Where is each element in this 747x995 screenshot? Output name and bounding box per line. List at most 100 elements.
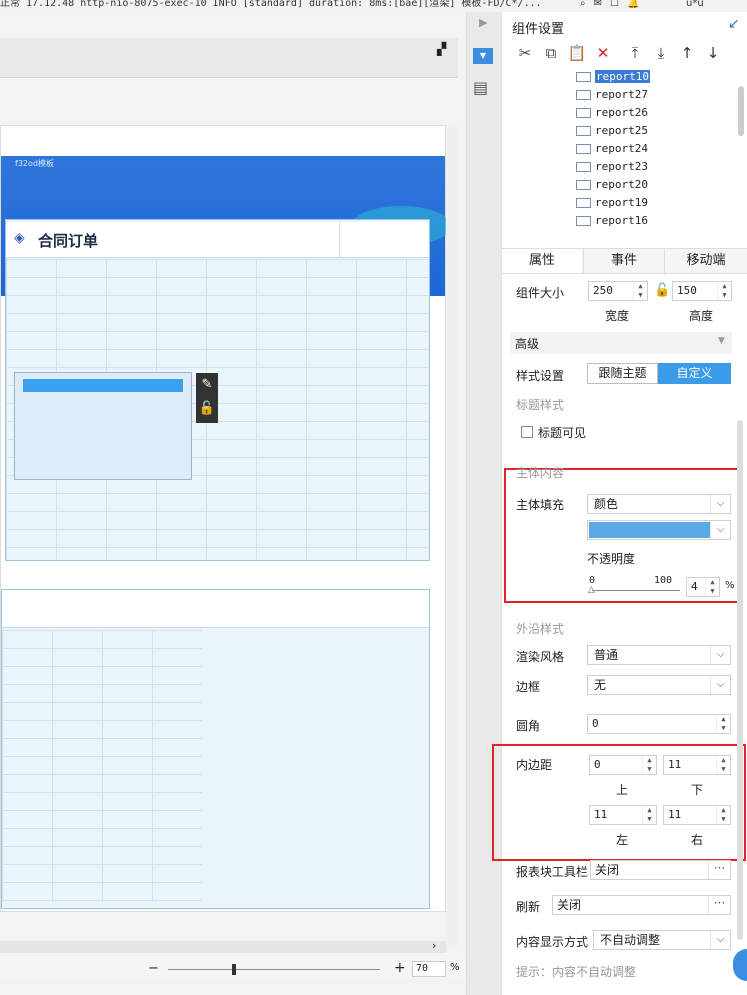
tree-item[interactable]: report10 [576,69,650,85]
fill-select[interactable]: 颜色 ⌵ [587,494,731,514]
paste-icon[interactable]: 📋 [566,42,588,64]
report-block[interactable]: ◈ 合同订单 ✎ 🔓 [5,219,430,561]
radius-input[interactable]: 0 ▲ ▼ [587,714,731,734]
width-label: 宽度 [605,309,630,323]
toolbar-icons[interactable]: ⌕✉☐🔔 [580,0,647,9]
component-header-bar [23,379,183,392]
size-label: 组件大小 [516,286,565,300]
tree-item[interactable]: report19 [576,195,648,211]
padding-right-input[interactable]: 11 ▲ ▼ [663,805,731,825]
width-input[interactable]: 250 ▲ ▼ [588,281,648,301]
fill-label: 主体填充 [516,498,565,512]
zoom-out-icon[interactable]: − [148,961,159,976]
layout-icon[interactable]: ▤ [473,78,488,97]
pin-icon[interactable]: ▞ [437,42,446,56]
display-mode-select[interactable]: 不自动调整 ⌵ [593,930,731,950]
canvas: f32od模板 ◈ 合同订单 ✎ 🔓 [0,125,451,912]
expand-icon[interactable]: ↙ [728,16,740,32]
tree-item[interactable]: report20 [576,177,648,193]
advanced-label: 高级 [515,337,540,351]
log-strip: 正常 17.12.48 http-nio-8075-exec-10 INFO [… [0,0,747,12]
move-bottom-icon[interactable]: ⤓ [650,42,672,64]
lock-icon[interactable]: 🔓 [196,397,218,421]
padding-label: 内边距 [516,758,553,772]
tab-properties[interactable]: 属性 [502,249,582,273]
border-label: 边框 [516,680,541,694]
main-content-section: 主体内容 [516,466,565,480]
scroll-right-icon[interactable]: › [432,939,436,952]
padding-top-label: 上 [616,783,629,797]
banner-note: f32od模板 [15,159,54,168]
tree-item[interactable]: report27 [576,87,648,103]
refresh-label: 刷新 [516,900,541,914]
component-settings-icon[interactable]: ▼ [473,48,493,64]
opacity-label: 不透明度 [587,552,636,566]
title-visible-label: 标题可见 [538,426,587,440]
style-follow-button[interactable]: 跟随主题 [587,363,658,384]
zoom-thumb[interactable] [232,964,236,975]
tree-item[interactable]: report26 [576,105,648,121]
vertical-scrollbar[interactable] [446,125,458,947]
border-select[interactable]: 无 ⌵ [587,675,731,695]
padding-bottom-label: 下 [691,783,704,797]
tab-bar: 属性 事件 移动端 [502,248,747,274]
padding-left-input[interactable]: 11 ▲ ▼ [589,805,657,825]
height-input[interactable]: 150 ▲ ▼ [672,281,732,301]
slider-max: 100 [654,575,673,586]
fill-color-picker[interactable]: ⌵ [587,520,731,540]
opacity-unit: % [725,580,735,591]
advanced-collapse-icon[interactable]: ▼ [718,336,725,346]
ratio-lock-icon[interactable]: 🔓 [654,283,670,298]
tree-item[interactable]: report25 [576,123,648,139]
padding-top-input[interactable]: 0 ▲ ▼ [589,755,657,775]
tree-scrollbar[interactable] [738,86,744,136]
height-label: 高度 [689,309,714,323]
style-label: 样式设置 [516,369,565,383]
move-top-icon[interactable]: ⤒ [624,42,646,64]
display-hint: 提示：内容不自动调整 [516,965,637,979]
header-divider [339,222,340,258]
component-action-bar[interactable]: ✎ 🔓 [196,373,218,423]
tree-item[interactable]: report16 [576,213,648,229]
tree-item[interactable]: report23 [576,159,648,175]
move-down-icon[interactable]: ↓ [702,42,724,64]
copy-icon[interactable]: ⧉ [540,42,562,64]
outer-style-section: 外沿样式 [516,622,565,636]
tab-events[interactable]: 事件 [583,249,664,273]
zoom-in-icon[interactable]: + [394,960,406,976]
tree-item[interactable]: report24 [576,141,648,157]
top-right-text: u*u [686,0,704,9]
report-block-2-header [2,590,429,628]
padding-bottom-input[interactable]: 11 ▲ ▼ [663,755,731,775]
title-visible-checkbox[interactable] [521,426,533,438]
zoom-input[interactable]: 70 [412,961,446,977]
fill-color-swatch [589,522,710,538]
report-header: ◈ 合同订单 [6,222,429,258]
cut-icon[interactable]: ✂ [514,42,536,64]
render-style-select[interactable]: 普通 ⌵ [587,645,731,665]
opacity-input[interactable]: 4 ▲ ▼ [686,577,720,597]
report-toolbar-label: 报表块工具栏 [516,865,589,879]
edit-icon[interactable]: ✎ [196,373,218,397]
style-custom-button[interactable]: 自定义 [658,363,731,384]
opacity-slider-track[interactable] [592,590,680,591]
collapse-arrow-icon[interactable]: ▶ [479,16,487,29]
zoom-unit: % [450,962,460,973]
tab-mobile[interactable]: 移动端 [664,249,747,273]
advanced-section[interactable]: 高级 ▼ [510,332,732,354]
radius-label: 圆角 [516,719,541,733]
horizontal-scrollbar[interactable]: › [0,939,446,953]
panel-scrollbar[interactable] [737,420,743,940]
report-block-2[interactable] [1,589,430,909]
opacity-slider-thumb[interactable]: △ [588,585,595,595]
refresh-field[interactable]: 关闭 ··· [552,895,731,915]
delete-icon[interactable]: ✕ [592,42,614,64]
panel-title: 组件设置 [512,22,565,37]
report-toolbar-field[interactable]: 关闭 ··· [590,860,731,880]
selected-component[interactable] [14,372,192,480]
move-up-icon[interactable]: ↑ [676,42,698,64]
log-text: 正常 17.12.48 http-nio-8075-exec-10 INFO [… [0,0,542,9]
zoom-track[interactable] [168,969,380,970]
diamond-icon: ◈ [14,230,25,246]
title-style-section: 标题样式 [516,398,565,412]
